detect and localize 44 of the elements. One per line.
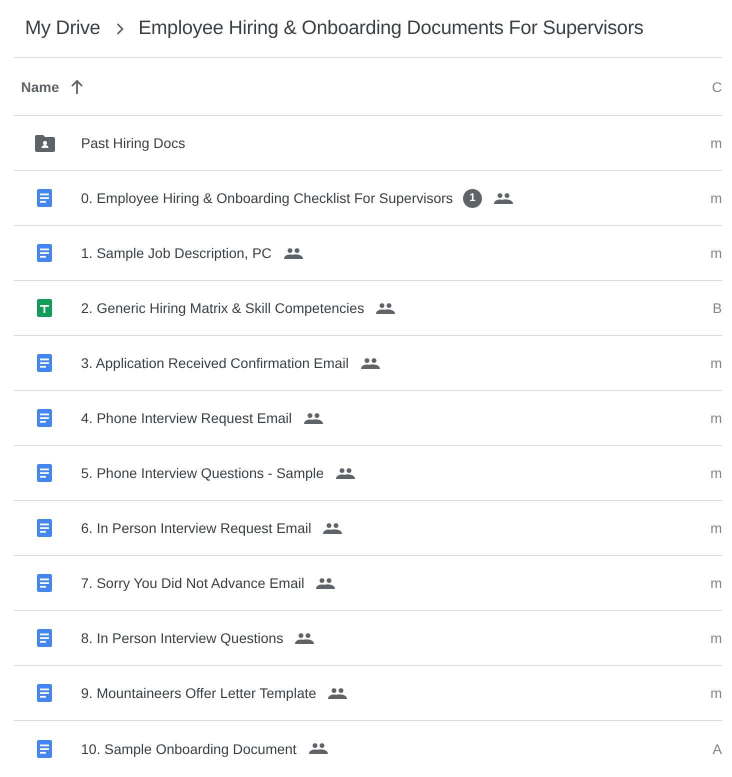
file-name[interactable]: 5. Phone Interview Questions - Sample: [81, 465, 324, 481]
table-cell: m: [710, 630, 722, 646]
document-icon: [37, 574, 52, 592]
table-cell: m: [710, 410, 722, 426]
table-cell: m: [710, 465, 722, 481]
file-name[interactable]: 2. Generic Hiring Matrix & Skill Competencies: [81, 300, 364, 316]
sort-up-arrow-icon[interactable]: [71, 80, 84, 94]
table-cell: m: [710, 520, 722, 536]
table-row[interactable]: Past Hiring Docs m: [14, 116, 722, 171]
file-name[interactable]: 4. Phone Interview Request Email: [81, 410, 292, 426]
chevron-icon: [116, 22, 124, 34]
file-name[interactable]: 6. In Person Interview Request Email: [81, 520, 312, 536]
table-cell: m: [710, 355, 722, 371]
document-icon: [37, 409, 52, 427]
document-icon: [37, 244, 52, 262]
document-icon: [37, 189, 52, 207]
comment-count-badge: 1: [462, 188, 482, 208]
file-name[interactable]: 3. Application Received Confirmation Email: [81, 355, 349, 371]
file-name[interactable]: 9. Mountaineers Offer Letter Template: [81, 685, 316, 701]
spreadsheet-icon: [37, 299, 52, 317]
table-cell: m: [710, 245, 722, 261]
file-name[interactable]: 1. Sample Job Description, PC: [81, 245, 272, 261]
document-icon: [37, 354, 52, 372]
table-cell: m: [710, 190, 722, 206]
document-icon: [37, 684, 52, 702]
file-name[interactable]: 8. In Person Interview Questions: [81, 630, 284, 646]
file-name[interactable]: 7. Sorry You Did Not Advance Email: [81, 575, 304, 591]
name-column-header[interactable]: Name: [21, 78, 60, 94]
document-icon: [37, 740, 52, 758]
document-icon: [37, 464, 52, 482]
file-name[interactable]: 10. Sample Onboarding Document: [81, 740, 297, 756]
table-cell: m: [710, 575, 722, 591]
document-icon: [37, 519, 52, 537]
shared-folder-icon: [34, 134, 54, 152]
document-icon: [37, 629, 52, 647]
breadcrumb-item[interactable]: Employee Hiring & Onboarding Documents For Supervisors: [138, 17, 644, 40]
table-cell: B: [712, 300, 722, 316]
table-cell: m: [710, 135, 722, 151]
column-header[interactable]: C: [712, 78, 722, 94]
table-cell: m: [710, 685, 722, 701]
breadcrumb-item[interactable]: My Drive: [25, 17, 100, 40]
file-name[interactable]: 0. Employee Hiring & Onboarding Checklist For Supervisors: [81, 190, 453, 206]
table-cell: A: [712, 740, 722, 756]
file-name[interactable]: Past Hiring Docs: [81, 135, 186, 151]
